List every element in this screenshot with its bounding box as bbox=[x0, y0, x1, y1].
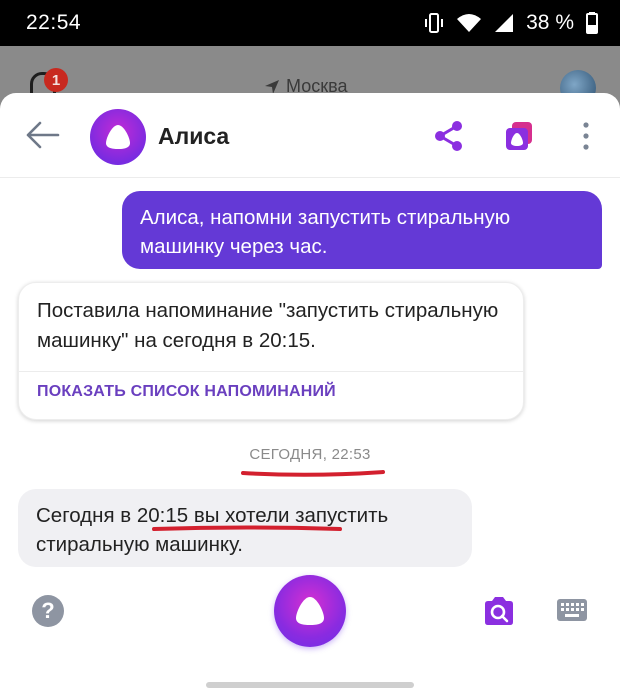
alice-avatar bbox=[90, 109, 146, 165]
status-icons: 38 % bbox=[424, 11, 598, 35]
wifi-icon bbox=[457, 14, 482, 32]
notification-badge: 1 bbox=[44, 68, 68, 92]
user-message-bubble: Алиса, напомни запустить стиральную маши… bbox=[122, 191, 602, 269]
camera-search-icon bbox=[485, 597, 513, 625]
alice-mic-icon bbox=[296, 597, 324, 625]
red-underline-annotation bbox=[241, 470, 385, 477]
user-message-text: Алиса, напомни запустить стиральную маши… bbox=[140, 206, 511, 258]
more-vertical-icon bbox=[583, 122, 589, 150]
arrow-left-icon bbox=[26, 121, 60, 149]
alice-logo-icon bbox=[106, 125, 130, 149]
message-timestamp: СЕГОДНЯ, 22:53 bbox=[249, 446, 371, 463]
red-underline-annotation bbox=[152, 525, 342, 531]
more-options-button[interactable] bbox=[574, 119, 598, 153]
cards-button[interactable] bbox=[502, 119, 536, 153]
share-icon bbox=[435, 121, 462, 151]
cards-icon bbox=[506, 122, 532, 150]
alice-voice-button[interactable] bbox=[274, 575, 346, 647]
status-bar: 22:54 38 % bbox=[0, 0, 620, 46]
help-icon: ? bbox=[41, 598, 55, 623]
signal-icon bbox=[495, 14, 514, 32]
bot-message-text: Поставила напоминание "запустить стираль… bbox=[37, 299, 499, 352]
bot-reminder-card: Поставила напоминание "запустить стираль… bbox=[18, 282, 524, 420]
camera-search-button[interactable] bbox=[482, 595, 516, 627]
show-reminders-button[interactable]: ПОКАЗАТЬ СПИСОК НАПОМИНАНИЙ bbox=[37, 383, 336, 401]
alice-chat-sheet: Алиса Алиса, напомни запустить стиральну… bbox=[0, 93, 620, 697]
help-button[interactable]: ? bbox=[32, 595, 64, 627]
status-time: 22:54 bbox=[26, 11, 82, 34]
keyboard-button[interactable] bbox=[556, 597, 588, 625]
keyboard-icon bbox=[557, 599, 587, 621]
back-button[interactable] bbox=[24, 119, 60, 151]
chat-title: Алиса bbox=[158, 123, 230, 149]
card-divider bbox=[19, 371, 523, 372]
gesture-nav-bar[interactable] bbox=[206, 682, 414, 688]
share-button[interactable] bbox=[432, 119, 466, 153]
vibrate-icon bbox=[425, 13, 444, 33]
battery-icon bbox=[586, 12, 598, 34]
battery-percent: 38 % bbox=[526, 11, 574, 34]
chat-header: Алиса bbox=[0, 93, 620, 178]
